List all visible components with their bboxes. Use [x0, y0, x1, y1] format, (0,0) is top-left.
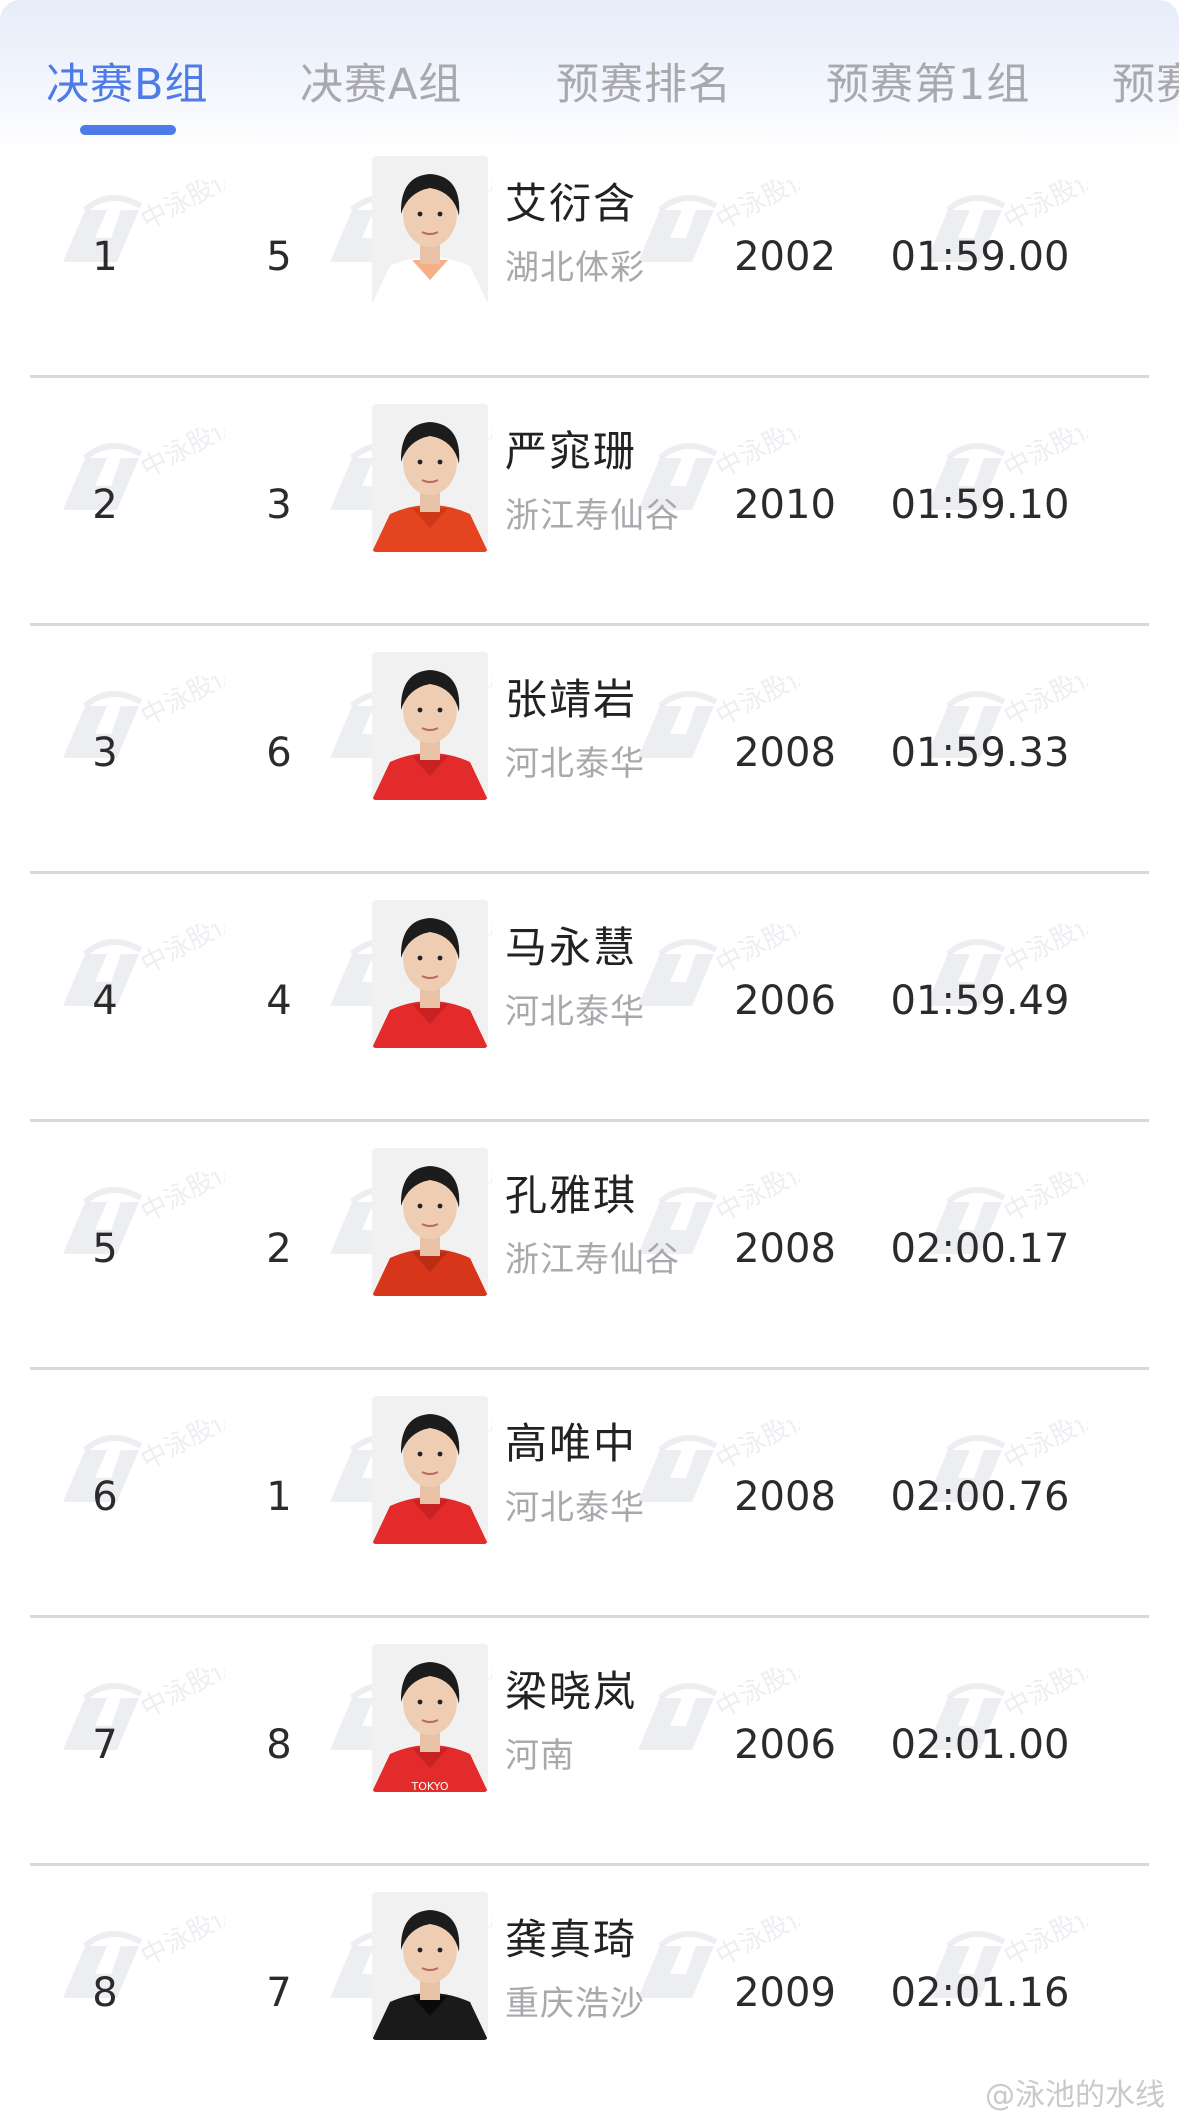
- rank-cell: 3: [92, 730, 118, 776]
- athlete-photo[interactable]: [372, 1396, 488, 1544]
- finish-time-cell: 01:59.00: [890, 234, 1070, 280]
- svg-text:中泳股份: 中泳股份: [136, 924, 225, 980]
- svg-text:中泳股份: 中泳股份: [711, 1916, 800, 1972]
- result-row[interactable]: 中泳股份中泳股份中泳股份中泳股份44马永慧河北泰华200601:59.49: [0, 874, 1179, 1122]
- athlete-team: 河北泰华: [505, 1488, 645, 1528]
- athlete-photo[interactable]: [372, 156, 488, 304]
- birth-year-cell: 2006: [734, 978, 836, 1024]
- athlete-photo[interactable]: [372, 1892, 488, 2040]
- athlete-name: 龚真琦: [505, 1915, 638, 1964]
- tab-heats-ranking[interactable]: 预赛排名: [556, 50, 732, 112]
- finish-time-cell: 01:59.49: [890, 978, 1070, 1024]
- birth-year-cell: 2006: [734, 1722, 836, 1768]
- birth-year-cell: 2008: [734, 730, 836, 776]
- finish-time-cell: 01:59.33: [890, 730, 1070, 776]
- lane-cell: 5: [266, 234, 292, 280]
- svg-text:中泳股份: 中泳股份: [136, 428, 225, 484]
- finish-time-cell: 02:00.17: [890, 1226, 1070, 1272]
- svg-text:中泳股份: 中泳股份: [136, 1916, 225, 1972]
- lane-cell: 2: [266, 1226, 292, 1272]
- tab-heat-more[interactable]: 预赛: [1112, 50, 1179, 112]
- athlete-photo[interactable]: TOKYO: [372, 1644, 488, 1792]
- athlete-name: 严窕珊: [505, 427, 638, 476]
- result-row[interactable]: 中泳股份中泳股份中泳股份中泳股份61高唯中河北泰华200802:00.76: [0, 1370, 1179, 1618]
- rank-cell: 6: [92, 1474, 118, 1520]
- athlete-name: 高唯中: [505, 1419, 638, 1468]
- athlete-team: 湖北体彩: [505, 248, 645, 288]
- athlete-team: 河北泰华: [505, 744, 645, 784]
- rank-cell: 8: [92, 1970, 118, 2016]
- svg-text:中泳股份: 中泳股份: [999, 1916, 1088, 1972]
- rank-cell: 7: [92, 1722, 118, 1768]
- finish-time-cell: 02:00.76: [890, 1474, 1070, 1520]
- lane-cell: 4: [266, 978, 292, 1024]
- svg-text:中泳股份: 中泳股份: [136, 676, 225, 732]
- birth-year-cell: 2008: [734, 1226, 836, 1272]
- athlete-name: 梁晓岚: [505, 1667, 638, 1716]
- lane-cell: 6: [266, 730, 292, 776]
- athlete-name: 孔雅琪: [505, 1171, 638, 1220]
- athlete-team: 河南: [505, 1736, 575, 1776]
- athlete-team: 重庆浩沙: [505, 1984, 645, 2024]
- svg-text:中泳股份: 中泳股份: [711, 1420, 800, 1476]
- svg-text:中泳股份: 中泳股份: [711, 428, 800, 484]
- result-row[interactable]: 中泳股份中泳股份中泳股份中泳股份78TOKYO梁晓岚河南200602:01.00: [0, 1618, 1179, 1866]
- athlete-photo[interactable]: [372, 900, 488, 1048]
- athlete-photo[interactable]: [372, 404, 488, 552]
- tab-final-a[interactable]: 决赛A组: [300, 50, 462, 112]
- svg-text:中泳股份: 中泳股份: [711, 1668, 800, 1724]
- lane-cell: 7: [266, 1970, 292, 2016]
- svg-text:中泳股份: 中泳股份: [136, 1668, 225, 1724]
- svg-text:中泳股份: 中泳股份: [999, 428, 1088, 484]
- athlete-name: 马永慧: [505, 923, 638, 972]
- rank-cell: 4: [92, 978, 118, 1024]
- birth-year-cell: 2002: [734, 234, 836, 280]
- athlete-photo[interactable]: [372, 1148, 488, 1296]
- athlete-team: 浙江寿仙谷: [505, 1240, 680, 1280]
- birth-year-cell: 2010: [734, 482, 836, 528]
- lane-cell: 1: [266, 1474, 292, 1520]
- svg-text:中泳股份: 中泳股份: [136, 1420, 225, 1476]
- result-row[interactable]: 中泳股份中泳股份中泳股份中泳股份15艾衍含湖北体彩200201:59.00: [0, 130, 1179, 378]
- athlete-name: 艾衍含: [505, 179, 638, 228]
- tab-heat-1[interactable]: 预赛第1组: [826, 50, 1030, 112]
- svg-text:中泳股份: 中泳股份: [136, 180, 225, 236]
- finish-time-cell: 02:01.00: [890, 1722, 1070, 1768]
- athlete-name: 张靖岩: [505, 675, 638, 724]
- svg-text:中泳股份: 中泳股份: [999, 1668, 1088, 1724]
- rank-cell: 1: [92, 234, 118, 280]
- athlete-photo[interactable]: [372, 652, 488, 800]
- svg-text:TOKYO: TOKYO: [411, 1780, 449, 1792]
- birth-year-cell: 2009: [734, 1970, 836, 2016]
- athlete-team: 浙江寿仙谷: [505, 496, 680, 536]
- svg-text:中泳股份: 中泳股份: [711, 676, 800, 732]
- athlete-team: 河北泰华: [505, 992, 645, 1032]
- tab-bar: 决赛B组 决赛A组 预赛排名 预赛第1组 预赛: [0, 0, 1179, 150]
- svg-text:中泳股份: 中泳股份: [711, 924, 800, 980]
- rank-cell: 5: [92, 1226, 118, 1272]
- finish-time-cell: 01:59.10: [890, 482, 1070, 528]
- result-row[interactable]: 中泳股份中泳股份中泳股份中泳股份36张靖岩河北泰华200801:59.33: [0, 626, 1179, 874]
- svg-text:中泳股份: 中泳股份: [999, 180, 1088, 236]
- result-row[interactable]: 中泳股份中泳股份中泳股份中泳股份52孔雅琪浙江寿仙谷200802:00.17: [0, 1122, 1179, 1370]
- rank-cell: 2: [92, 482, 118, 528]
- svg-text:中泳股份: 中泳股份: [999, 924, 1088, 980]
- svg-text:中泳股份: 中泳股份: [711, 1172, 800, 1228]
- svg-text:中泳股份: 中泳股份: [999, 676, 1088, 732]
- tab-final-b[interactable]: 决赛B组: [46, 50, 209, 112]
- svg-text:中泳股份: 中泳股份: [136, 1172, 225, 1228]
- lane-cell: 8: [266, 1722, 292, 1768]
- lane-cell: 3: [266, 482, 292, 528]
- birth-year-cell: 2008: [734, 1474, 836, 1520]
- svg-text:中泳股份: 中泳股份: [999, 1172, 1088, 1228]
- svg-text:中泳股份: 中泳股份: [711, 180, 800, 236]
- svg-text:中泳股份: 中泳股份: [999, 1420, 1088, 1476]
- result-row[interactable]: 中泳股份中泳股份中泳股份中泳股份23严窕珊浙江寿仙谷201001:59.10: [0, 378, 1179, 626]
- source-credit: @泳池的水线: [985, 2078, 1165, 2113]
- finish-time-cell: 02:01.16: [890, 1970, 1070, 2016]
